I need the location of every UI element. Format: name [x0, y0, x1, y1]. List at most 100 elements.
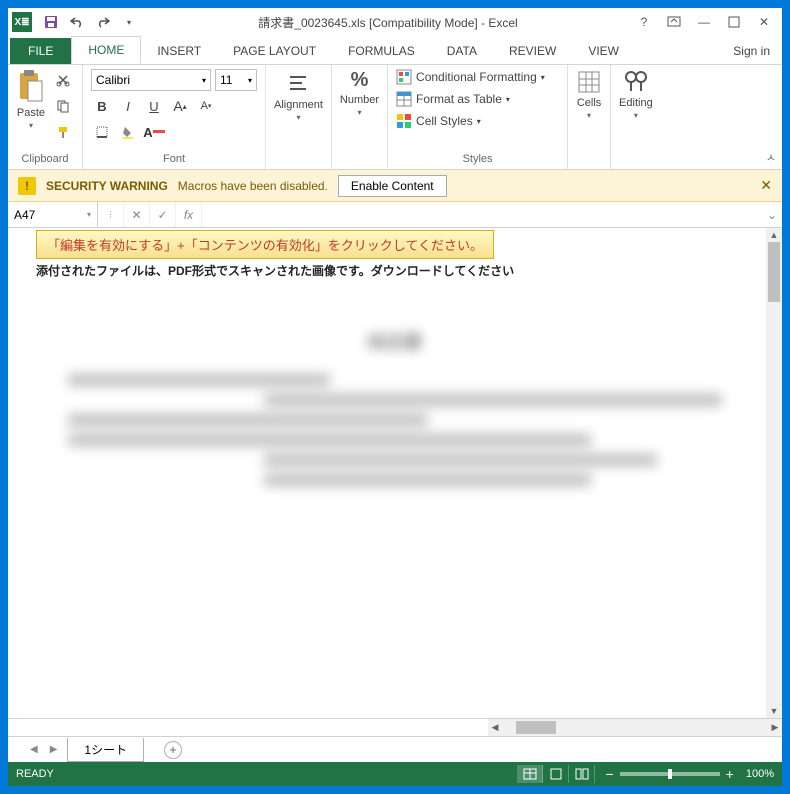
alignment-button[interactable]: Alignment ▾	[274, 69, 323, 122]
decrease-font-button[interactable]: A▾	[195, 95, 217, 117]
zoom-in-button[interactable]: +	[726, 766, 734, 782]
tab-insert[interactable]: INSERT	[141, 38, 217, 64]
horizontal-scroll-thumb[interactable]	[516, 721, 556, 734]
security-warning-bar: ! SECURITY WARNING Macros have been disa…	[8, 170, 782, 202]
undo-button[interactable]	[66, 11, 88, 33]
cells-button[interactable]: Cells ▾	[576, 69, 602, 120]
paste-button[interactable]: Paste ▾	[16, 69, 46, 130]
tab-formulas[interactable]: FORMULAS	[332, 38, 431, 64]
tab-home[interactable]: HOME	[71, 36, 141, 64]
save-button[interactable]	[40, 11, 62, 33]
tab-review[interactable]: REVIEW	[493, 38, 572, 64]
prev-sheet-button[interactable]: ◀	[28, 744, 40, 755]
group-number: % Number ▾	[332, 65, 388, 169]
normal-view-button[interactable]	[517, 765, 543, 783]
number-format-button[interactable]: % Number ▾	[340, 69, 379, 117]
conditional-formatting-button[interactable]: Conditional Formatting▾	[396, 69, 545, 85]
fx-button[interactable]: fx	[176, 202, 202, 227]
cancel-formula-button[interactable]: ✕	[124, 202, 150, 227]
formula-input[interactable]	[202, 202, 762, 227]
editing-button[interactable]: Editing ▾	[619, 69, 653, 120]
vertical-scrollbar[interactable]: ▲ ▼	[766, 228, 782, 718]
zoom-out-button[interactable]: −	[605, 766, 613, 782]
warning-icon: !	[18, 177, 36, 195]
enable-content-button[interactable]: Enable Content	[338, 175, 447, 197]
sheet-tab-bar: ◀ ▶ 1シート +	[8, 736, 782, 762]
increase-font-button[interactable]: A▴	[169, 95, 191, 117]
page-break-view-button[interactable]	[569, 765, 595, 783]
scroll-up-arrow[interactable]: ▲	[766, 228, 782, 242]
sheet-tab-active[interactable]: 1シート	[67, 738, 144, 762]
borders-button[interactable]	[91, 121, 113, 143]
status-bar: READY − + 100%	[8, 762, 782, 786]
tab-page-layout[interactable]: PAGE LAYOUT	[217, 38, 332, 64]
new-sheet-button[interactable]: +	[164, 741, 182, 759]
tab-view[interactable]: VIEW	[572, 38, 635, 64]
format-painter-button[interactable]	[52, 121, 74, 143]
fill-color-button[interactable]	[117, 121, 139, 143]
qat-dropdown[interactable]: ▾	[118, 11, 140, 33]
cut-button[interactable]	[52, 69, 74, 91]
underline-button[interactable]: U	[143, 95, 165, 117]
zoom-level[interactable]: 100%	[746, 768, 774, 780]
window-title: 請求書_0023645.xls [Compatibility Mode] - E…	[140, 14, 636, 31]
vertical-scroll-thumb[interactable]	[768, 242, 780, 302]
scroll-down-arrow[interactable]: ▼	[766, 704, 782, 718]
bold-button[interactable]: B	[91, 95, 113, 117]
group-cells: Cells ▾	[568, 65, 611, 169]
ribbon-display-options[interactable]	[666, 14, 682, 30]
scroll-right-arrow[interactable]: ▶	[768, 719, 782, 736]
warning-message: Macros have been disabled.	[178, 179, 328, 193]
clipboard-group-label: Clipboard	[16, 151, 74, 167]
name-box[interactable]: A47▾	[8, 202, 98, 227]
font-name-select[interactable]: Calibri▾	[91, 69, 211, 91]
sign-in-link[interactable]: Sign in	[721, 38, 782, 64]
redo-button[interactable]	[92, 11, 114, 33]
excel-logo-icon: X≣	[12, 12, 32, 32]
ribbon: Paste ▾ Clipboard Calibri▾ 11▾	[8, 64, 782, 170]
font-color-button[interactable]: A	[143, 121, 165, 143]
cell-styles-button[interactable]: Cell Styles▾	[396, 113, 545, 129]
maximize-button[interactable]	[726, 14, 742, 30]
zoom-controls: − + 100%	[605, 766, 774, 782]
group-clipboard: Paste ▾ Clipboard	[8, 65, 83, 169]
zoom-slider[interactable]	[620, 772, 720, 776]
formula-dropdown[interactable]: ⋮	[98, 202, 124, 227]
group-editing: Editing ▾	[611, 65, 661, 169]
group-alignment: Alignment ▾	[266, 65, 332, 169]
next-sheet-button[interactable]: ▶	[48, 744, 60, 755]
title-bar: X≣ ▾ 請求書_0023645.xls [Compatibility Mode…	[8, 8, 782, 36]
page-layout-view-button[interactable]	[543, 765, 569, 783]
styles-group-label: Styles	[396, 151, 559, 167]
copy-button[interactable]	[52, 95, 74, 117]
help-button[interactable]: ?	[636, 14, 652, 30]
format-as-table-button[interactable]: Format as Table▾	[396, 91, 545, 107]
expand-formula-bar[interactable]: ⌄	[762, 208, 782, 222]
enter-formula-button[interactable]: ✓	[150, 202, 176, 227]
paste-label: Paste	[17, 107, 45, 119]
excel-window: X≣ ▾ 請求書_0023645.xls [Compatibility Mode…	[8, 8, 782, 786]
embedded-document-blur: 納品書	[8, 288, 782, 588]
scroll-left-arrow[interactable]: ◀	[488, 719, 502, 736]
close-button[interactable]: ✕	[756, 14, 772, 30]
font-size-select[interactable]: 11▾	[215, 69, 257, 91]
group-styles: Conditional Formatting▾ Format as Table▾…	[388, 65, 568, 169]
horizontal-scrollbar-row: ◀ ▶	[8, 718, 782, 736]
worksheet-area[interactable]: 「編集を有効にする」+「コンテンツの有効化」をクリックしてください。 添付された…	[8, 228, 782, 718]
sheet-yellow-banner: 「編集を有効にする」+「コンテンツの有効化」をクリックしてください。	[36, 230, 494, 259]
group-font: Calibri▾ 11▾ B I U A▴ A▾ A	[83, 65, 266, 169]
collapse-ribbon-button[interactable]: ㅅ	[766, 149, 776, 165]
tab-file[interactable]: FILE	[10, 38, 71, 64]
sheet-instruction-text: 添付されたファイルは、PDF形式でスキャンされた画像です。ダウンロードしてくださ…	[36, 262, 514, 279]
tab-data[interactable]: DATA	[431, 38, 493, 64]
horizontal-scrollbar[interactable]	[502, 719, 768, 736]
ribbon-tabs: FILE HOME INSERT PAGE LAYOUT FORMULAS DA…	[8, 36, 782, 64]
status-ready: READY	[16, 768, 517, 780]
minimize-button[interactable]: —	[696, 14, 712, 30]
zoom-slider-handle[interactable]	[668, 769, 672, 779]
warning-title: SECURITY WARNING	[46, 179, 168, 193]
font-group-label: Font	[91, 151, 257, 167]
formula-bar: A47▾ ⋮ ✕ ✓ fx ⌄	[8, 202, 782, 228]
warning-close-button[interactable]: ✕	[760, 177, 772, 194]
italic-button[interactable]: I	[117, 95, 139, 117]
